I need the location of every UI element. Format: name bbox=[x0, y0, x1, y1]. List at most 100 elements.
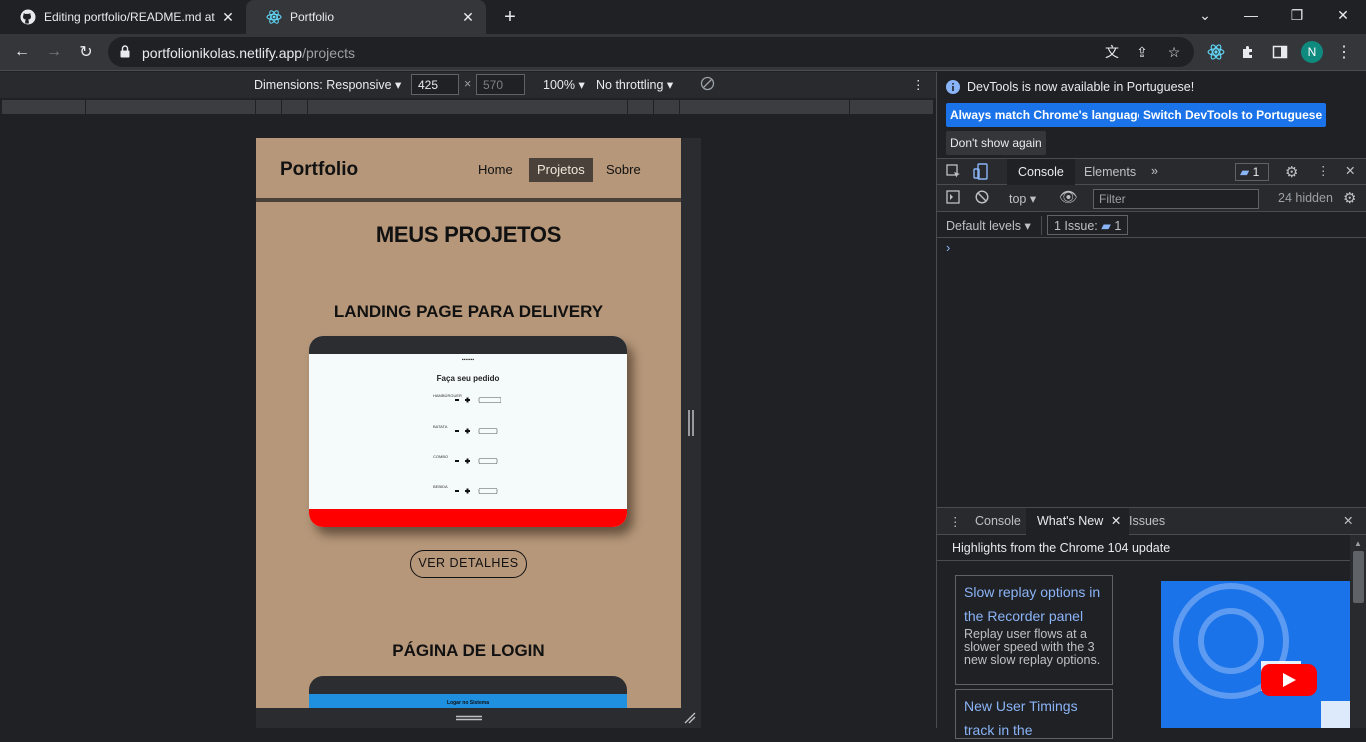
drawer-tab-console[interactable]: Console bbox=[964, 508, 1032, 535]
scrollbar-thumb[interactable] bbox=[1353, 551, 1364, 603]
card-title[interactable]: New User Timings track in the bbox=[964, 694, 1104, 742]
drawer-tab-issues[interactable]: Issues bbox=[1118, 508, 1176, 535]
translate-icon[interactable]: 文 bbox=[1102, 42, 1122, 62]
console-filter-input[interactable]: Filter bbox=[1093, 189, 1259, 209]
view-details-button[interactable]: VER DETALHES bbox=[410, 550, 527, 578]
tab-search-chevron-icon[interactable]: ⌄ bbox=[1182, 0, 1228, 30]
more-tabs-chevron-icon[interactable]: » bbox=[1151, 164, 1158, 178]
drawer-menu-kebab-icon[interactable]: ⋮ bbox=[949, 514, 962, 529]
live-expression-eye-icon[interactable]: 👁 bbox=[1059, 188, 1078, 206]
media-query-segment[interactable] bbox=[850, 100, 934, 114]
always-match-language-button[interactable]: Always match Chrome's language bbox=[946, 103, 1149, 127]
console-settings-gear-icon[interactable]: ⚙ bbox=[1343, 189, 1356, 207]
youtube-play-icon[interactable] bbox=[1261, 664, 1317, 701]
mini-page: ▪▪▪▪▪▪▪ Faça seu pedido HAMBÚRGUER BATAT… bbox=[309, 354, 627, 509]
site-logo[interactable]: Portfolio bbox=[280, 159, 358, 181]
settings-gear-icon[interactable]: ⚙ bbox=[1285, 163, 1298, 181]
side-panel-icon[interactable] bbox=[1268, 40, 1292, 64]
bookmark-star-icon[interactable]: ☆ bbox=[1164, 42, 1184, 62]
media-query-segment[interactable] bbox=[680, 100, 850, 114]
device-toggle-icon[interactable] bbox=[973, 163, 989, 184]
devtools-menu-kebab-icon[interactable]: ⋮ bbox=[1317, 163, 1330, 178]
url-text: portfolionikolas.netlify.app/projects bbox=[142, 45, 355, 61]
issues-counter[interactable]: ▰ 1 bbox=[1235, 163, 1269, 181]
project-title: LANDING PAGE PARA DELIVERY bbox=[333, 302, 604, 321]
tab-github-readme[interactable]: Editing portfolio/README.md at ✕ bbox=[0, 0, 246, 34]
mini-footer-bar bbox=[309, 509, 627, 527]
close-drawer-icon[interactable]: ✕ bbox=[1343, 513, 1353, 528]
console-toolbar: top ▾ 👁 Filter 24 hidden ⚙ bbox=[937, 185, 1366, 212]
viewport-resize-handle-bottom[interactable] bbox=[256, 708, 701, 728]
project-screenshot-delivery[interactable]: ▪▪▪▪▪▪▪ Faça seu pedido HAMBÚRGUER BATAT… bbox=[309, 336, 627, 527]
forward-icon[interactable]: → bbox=[42, 40, 66, 64]
browser-toolbar: ← → ↻ portfolionikolas.netlify.app/proje… bbox=[0, 34, 1366, 71]
tab-strip: Editing portfolio/README.md at ✕ Portfol… bbox=[0, 0, 1366, 34]
whats-new-card[interactable]: Slow replay options in the Recorder pane… bbox=[955, 575, 1113, 685]
whats-new-card[interactable]: New User Timings track in the bbox=[955, 689, 1113, 739]
extensions-puzzle-icon[interactable] bbox=[1236, 40, 1260, 64]
github-icon bbox=[20, 9, 36, 25]
react-devtools-extension-icon[interactable] bbox=[1204, 40, 1228, 64]
reload-icon[interactable]: ↻ bbox=[74, 40, 98, 64]
nav-home[interactable]: Home bbox=[478, 158, 513, 182]
restore-icon[interactable]: ❐ bbox=[1274, 0, 1320, 30]
nav-projetos[interactable]: Projetos bbox=[529, 158, 593, 182]
media-query-segment[interactable] bbox=[628, 100, 654, 114]
close-icon[interactable]: ✕ bbox=[460, 9, 476, 25]
chrome-104-video-thumbnail[interactable] bbox=[1161, 581, 1351, 728]
height-input[interactable]: 570 bbox=[476, 74, 525, 95]
scroll-up-arrow-icon[interactable]: ▲ bbox=[1354, 539, 1362, 548]
new-tab-button[interactable]: + bbox=[500, 7, 520, 27]
tab-console[interactable]: Console bbox=[1007, 159, 1075, 185]
close-devtools-icon[interactable]: ✕ bbox=[1345, 163, 1355, 178]
viewport-resize-handle-right[interactable] bbox=[681, 138, 701, 708]
throttling-dropdown[interactable]: No throttling ▾ bbox=[596, 77, 673, 92]
profile-avatar[interactable]: N bbox=[1301, 41, 1323, 63]
thumbnail-art bbox=[1173, 583, 1351, 728]
resize-grip-icon bbox=[688, 410, 694, 436]
default-levels-dropdown[interactable]: Default levels ▾ bbox=[946, 218, 1031, 233]
project-screenshot-login[interactable]: Logar no Sistema bbox=[309, 676, 627, 708]
times-symbol: × bbox=[464, 77, 472, 91]
nav-sobre[interactable]: Sobre bbox=[606, 158, 641, 182]
minimize-icon[interactable]: — bbox=[1228, 0, 1274, 30]
mini-item: BATATA bbox=[433, 424, 448, 429]
context-selector[interactable]: top ▾ bbox=[1009, 191, 1036, 206]
rotate-icon[interactable] bbox=[700, 76, 715, 94]
drawer-tab-whats-new[interactable]: What's New ✕ bbox=[1026, 508, 1130, 535]
close-window-icon[interactable]: ✕ bbox=[1320, 0, 1366, 30]
media-query-segment[interactable] bbox=[2, 100, 86, 114]
console-prompt-icon[interactable]: › bbox=[946, 240, 950, 255]
dimensions-dropdown[interactable]: Dimensions: Responsive ▾ bbox=[254, 77, 401, 92]
media-query-segment[interactable] bbox=[308, 100, 628, 114]
sidebar-toggle-icon[interactable] bbox=[946, 190, 960, 207]
tab-title: Editing portfolio/README.md at bbox=[44, 10, 215, 24]
menu-kebab-icon[interactable]: ⋮ bbox=[1332, 40, 1356, 64]
card-body: Replay user flows at a slower speed with… bbox=[964, 627, 1101, 667]
whats-new-title: Highlights from the Chrome 104 update bbox=[952, 541, 1171, 555]
drawer-scrollbar[interactable]: ▲ bbox=[1350, 535, 1366, 728]
inspect-element-icon[interactable] bbox=[946, 164, 962, 183]
zoom-dropdown[interactable]: 100% ▾ bbox=[543, 77, 585, 92]
media-query-segment[interactable] bbox=[654, 100, 680, 114]
dont-show-again-button[interactable]: Don't show again bbox=[946, 131, 1046, 155]
issue-button[interactable]: 1 Issue: ▰ 1 bbox=[1047, 215, 1129, 235]
clear-console-icon[interactable] bbox=[975, 190, 989, 207]
separator bbox=[1041, 216, 1042, 235]
close-icon[interactable]: ✕ bbox=[220, 9, 236, 25]
back-icon[interactable]: ← bbox=[10, 40, 34, 64]
media-query-segment[interactable] bbox=[256, 100, 282, 114]
switch-to-portuguese-button[interactable]: Switch DevTools to Portuguese bbox=[1139, 103, 1327, 127]
tab-elements[interactable]: Elements bbox=[1073, 159, 1147, 185]
media-query-segment[interactable] bbox=[282, 100, 308, 114]
media-query-segment[interactable] bbox=[86, 100, 256, 114]
share-icon[interactable]: ⇪ bbox=[1132, 42, 1152, 62]
tab-portfolio[interactable]: Portfolio ✕ bbox=[246, 0, 486, 34]
corner-resize-icon[interactable] bbox=[684, 712, 696, 724]
card-title[interactable]: Slow replay options in the Recorder pane… bbox=[964, 580, 1104, 628]
address-bar[interactable]: portfolionikolas.netlify.app/projects 文 … bbox=[108, 37, 1194, 67]
console-levels-bar: Default levels ▾ 1 Issue: ▰ 1 bbox=[937, 212, 1366, 238]
width-input[interactable]: 425 bbox=[411, 74, 459, 95]
device-options-kebab-icon[interactable]: ⋮ bbox=[912, 77, 925, 92]
mini-quantity-control bbox=[455, 488, 498, 494]
